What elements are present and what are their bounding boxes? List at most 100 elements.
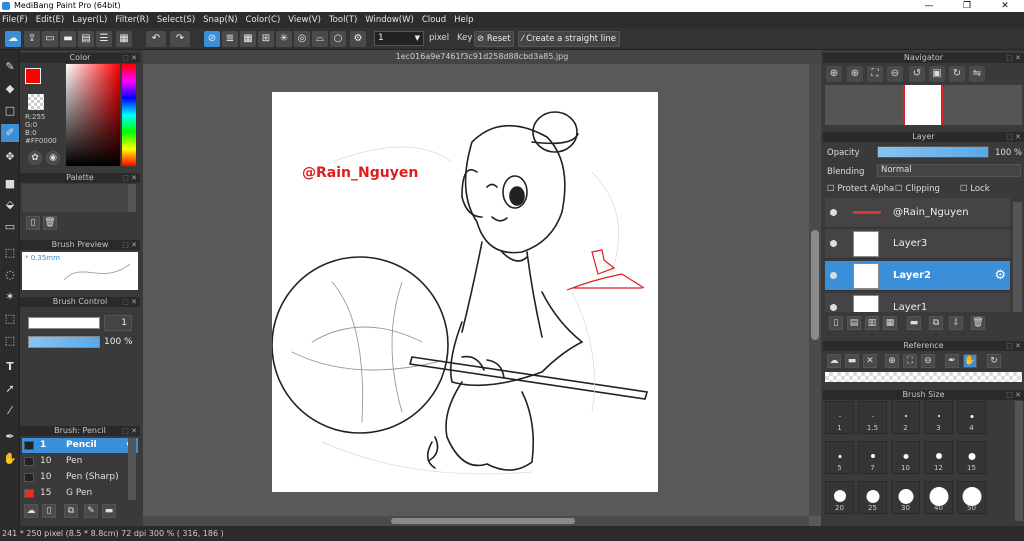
- brush-add-icon[interactable]: ▯: [42, 504, 56, 518]
- brush-size-option[interactable]: 20: [825, 481, 854, 514]
- brush-size-option[interactable]: 40: [924, 481, 953, 514]
- reference-rotate-icon[interactable]: ↻: [987, 354, 1001, 368]
- panel-close-icon[interactable]: ⬚ ✕: [122, 240, 137, 250]
- saturation-value-picker[interactable]: [66, 64, 120, 166]
- layer-opacity-slider[interactable]: [877, 146, 989, 158]
- reference-cloud-icon[interactable]: ☁: [827, 354, 841, 368]
- brush-item-g-pen[interactable]: 15 G Pen: [22, 486, 138, 501]
- list-icon[interactable]: ☰: [96, 31, 112, 47]
- reference-close-icon[interactable]: ✕: [863, 354, 877, 368]
- redo-icon[interactable]: ↷: [170, 31, 190, 47]
- fit-screen-icon[interactable]: ⛶: [867, 66, 883, 82]
- layer-list-scrollbar[interactable]: [1013, 202, 1022, 312]
- undo-icon[interactable]: ↶: [146, 31, 166, 47]
- select-tool-icon[interactable]: ⬚: [1, 244, 19, 262]
- menu-layer[interactable]: Layer(L): [72, 15, 107, 25]
- brush-size-option[interactable]: 7: [858, 441, 887, 474]
- folder-icon[interactable]: ▬: [907, 316, 921, 330]
- operation-tool-icon[interactable]: ➚: [1, 380, 19, 398]
- actual-size-icon[interactable]: ▣: [929, 66, 945, 82]
- bucket-tool-icon[interactable]: ⬙: [1, 196, 19, 214]
- brush-size-option[interactable]: 50: [957, 481, 986, 514]
- palette-scrollbar[interactable]: [128, 184, 136, 212]
- brush-size-slider[interactable]: [28, 317, 100, 329]
- new-8bit-layer-icon[interactable]: ▥: [865, 316, 879, 330]
- settings-gear-icon[interactable]: ⚙: [350, 31, 366, 47]
- color-wheel-icon[interactable]: ✿: [28, 151, 42, 165]
- menu-help[interactable]: Help: [454, 15, 473, 25]
- brush-size-option[interactable]: 1.5: [858, 401, 887, 434]
- document-tab[interactable]: 1ec016a9e7461f3c91d258d88cbd3a85.jpg: [143, 50, 821, 64]
- reference-fit-icon[interactable]: ⛶: [903, 354, 917, 368]
- eyedropper-tool-icon[interactable]: ✒: [1, 428, 19, 446]
- foreground-color-swatch[interactable]: [25, 68, 41, 84]
- layer-visibility-icon[interactable]: [830, 304, 837, 311]
- reset-button[interactable]: ⊘ Reset: [474, 31, 514, 47]
- brush-opacity-slider[interactable]: [28, 336, 100, 348]
- brush-size-option[interactable]: 10: [891, 441, 920, 474]
- panel-close-icon[interactable]: ⬚ ✕: [122, 53, 137, 63]
- blending-select[interactable]: Normal: [877, 164, 1021, 177]
- straight-line-button[interactable]: ⁄ Create a straight line: [518, 31, 620, 47]
- document-icon[interactable]: ▤: [78, 31, 94, 47]
- layer-visibility-icon[interactable]: [830, 209, 837, 216]
- move-tool-icon[interactable]: ✥: [1, 148, 19, 166]
- close-button[interactable]: ✕: [986, 0, 1024, 12]
- duplicate-layer-icon[interactable]: ⧉: [929, 316, 943, 330]
- clipping-checkbox[interactable]: ☐ Clipping: [895, 184, 940, 194]
- hue-slider[interactable]: [122, 64, 136, 166]
- vertical-scrollbar[interactable]: [809, 64, 821, 516]
- rotate-right-icon[interactable]: ↻: [949, 66, 965, 82]
- delete-layer-icon[interactable]: 🗑: [971, 316, 985, 330]
- grid-icon[interactable]: ▦: [116, 31, 132, 47]
- horizontal-scroll-thumb[interactable]: [391, 518, 575, 524]
- panel-close-icon[interactable]: ⬚ ✕: [1006, 53, 1021, 63]
- brush-size-option[interactable]: 1: [825, 401, 854, 434]
- panel-close-icon[interactable]: ⬚ ✕: [122, 173, 137, 183]
- zoom-out-icon[interactable]: ⊖: [887, 66, 903, 82]
- panel-close-icon[interactable]: ⬚ ✕: [1006, 390, 1021, 400]
- cloud-icon[interactable]: ☁: [5, 31, 21, 47]
- menu-file[interactable]: File(F): [2, 15, 28, 25]
- message-icon[interactable]: ▬: [60, 31, 76, 47]
- horizontal-scrollbar[interactable]: [143, 516, 809, 526]
- brush-list-scrollbar[interactable]: [128, 438, 136, 500]
- gradient-tool-icon[interactable]: ▭: [1, 218, 19, 236]
- curve-snap-icon[interactable]: ⌓: [312, 31, 328, 47]
- reference-zoom-in-icon[interactable]: ⊕: [885, 354, 899, 368]
- brush-size-option[interactable]: 3: [924, 401, 953, 434]
- hand-tool-icon[interactable]: ✋: [1, 450, 19, 468]
- brush-size-option[interactable]: 30: [891, 481, 920, 514]
- layer-row-layer2[interactable]: Layer2 ⚙: [825, 261, 1010, 291]
- layer-row-layer1[interactable]: Layer1: [825, 293, 1010, 312]
- panel-close-icon[interactable]: ⬚ ✕: [122, 297, 137, 307]
- panel-close-icon[interactable]: ⬚ ✕: [1006, 341, 1021, 351]
- parallel-snap-icon[interactable]: ≣: [222, 31, 238, 47]
- reference-open-icon[interactable]: ▬: [845, 354, 859, 368]
- reference-eyedropper-icon[interactable]: ✒: [945, 354, 959, 368]
- transparent-color-swatch[interactable]: [28, 94, 44, 110]
- perspective-snap-icon[interactable]: ⊞: [258, 31, 274, 47]
- layer-visibility-icon[interactable]: [830, 240, 837, 247]
- brush-size-input[interactable]: 1: [104, 315, 132, 331]
- delete-palette-icon[interactable]: 🗑: [43, 216, 57, 230]
- brush-size-option[interactable]: 25: [858, 481, 887, 514]
- brush-edit-icon[interactable]: ✎: [84, 504, 98, 518]
- magic-wand-tool-icon[interactable]: ✶: [1, 288, 19, 306]
- brush-item-pencil[interactable]: 1 Pencil ⚙: [22, 438, 138, 453]
- eraser-tool-icon[interactable]: ◆: [1, 80, 19, 98]
- drawing-canvas[interactable]: @Rain_Nguyen: [271, 92, 658, 492]
- merge-layer-icon[interactable]: ⇩: [949, 316, 963, 330]
- layer-row-layer3[interactable]: Layer3: [825, 229, 1010, 259]
- minimize-button[interactable]: —: [910, 0, 948, 12]
- layer-settings-gear-icon[interactable]: ⚙: [994, 268, 1006, 283]
- reference-hand-icon[interactable]: ✋: [963, 354, 977, 368]
- brush-item-pen[interactable]: 10 Pen: [22, 454, 138, 469]
- brush-size-option[interactable]: 5: [825, 441, 854, 474]
- layer-visibility-icon[interactable]: [830, 272, 837, 279]
- zoom-in-alt-icon[interactable]: ⊕: [847, 66, 863, 82]
- brush-tool-icon[interactable]: ✎: [1, 58, 19, 76]
- new-layer-icon[interactable]: ▯: [829, 316, 843, 330]
- brush-size-option[interactable]: 12: [924, 441, 953, 474]
- cross-snap-icon[interactable]: ▦: [240, 31, 256, 47]
